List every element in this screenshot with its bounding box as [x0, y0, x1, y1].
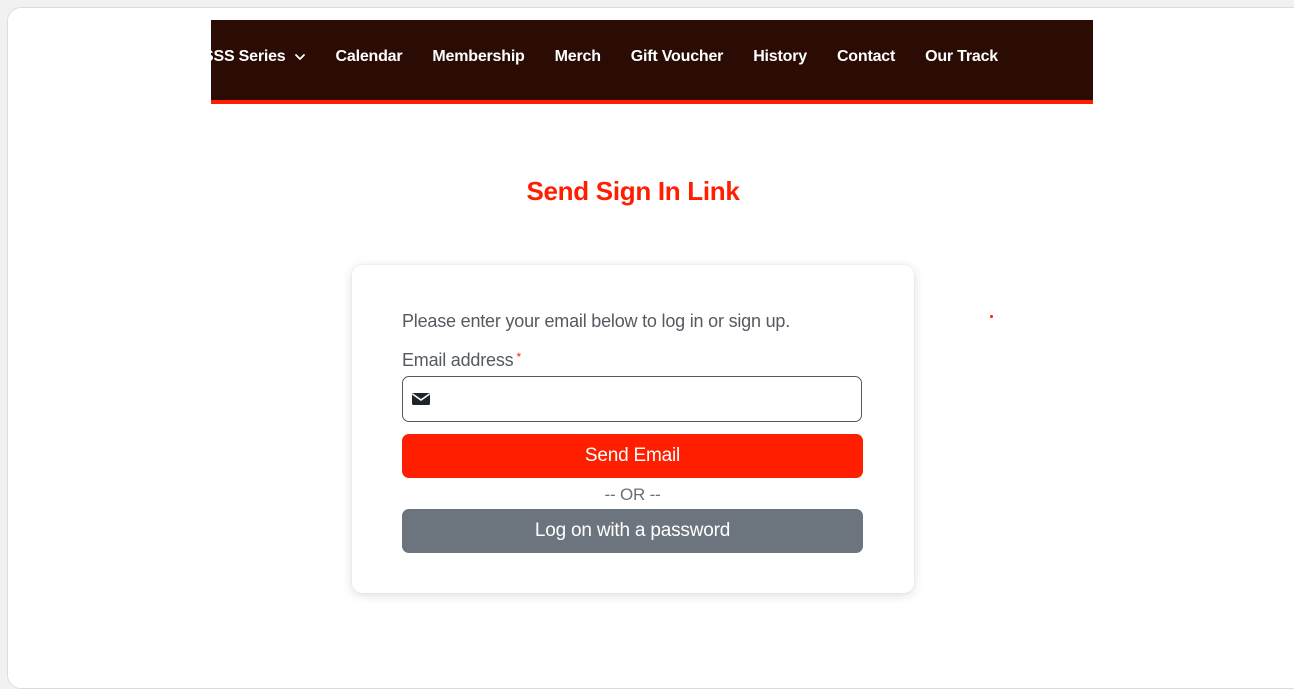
- nav-item-calendar[interactable]: Calendar: [336, 48, 403, 66]
- nav-item-label: Contact: [836, 48, 896, 65]
- or-separator: -- OR --: [604, 485, 661, 504]
- required-indicator: *: [516, 350, 521, 364]
- nav-item-label: SSS Series: [211, 48, 286, 65]
- nav-item-label: Calendar: [335, 48, 403, 65]
- envelope-icon: [412, 393, 430, 405]
- nav-item-contact[interactable]: Contact: [837, 48, 895, 66]
- instruction-text: Please enter your email below to log in …: [402, 311, 791, 331]
- chevron-down-icon: [294, 54, 305, 60]
- nav-item-label: Gift Voucher: [630, 48, 724, 65]
- nav-item-our-track[interactable]: Our Track: [925, 48, 998, 66]
- email-label-text: Email address: [402, 350, 514, 370]
- main-navigation: SSS Series Calendar Membership Merch Gif…: [211, 20, 1093, 104]
- sign-in-card: Please enter your email below to log in …: [352, 265, 914, 593]
- page-title: Send Sign In Link: [526, 176, 740, 206]
- email-input[interactable]: [438, 378, 861, 420]
- nav-item-label: Our Track: [925, 48, 998, 65]
- nav-item-label: History: [753, 48, 807, 65]
- nav-item-gift-voucher[interactable]: Gift Voucher: [630, 48, 724, 66]
- nav-item-sss-series[interactable]: SSS Series: [211, 48, 306, 66]
- browser-content-frame: SSS Series Calendar Membership Merch Gif…: [7, 7, 1294, 689]
- nav-item-label: Merch: [554, 48, 601, 65]
- send-email-button[interactable]: Send Email: [402, 434, 863, 478]
- nav-item-merch[interactable]: Merch: [555, 48, 601, 66]
- nav-item-label: Membership: [432, 48, 525, 65]
- decorative-dot: [990, 315, 993, 318]
- nav-item-membership[interactable]: Membership: [432, 48, 524, 66]
- password-login-button[interactable]: Log on with a password: [402, 509, 863, 553]
- nav-items: SSS Series Calendar Membership Merch Gif…: [211, 48, 1028, 66]
- email-field-wrapper: [402, 376, 862, 422]
- email-label: Email address *: [402, 350, 521, 371]
- nav-item-history[interactable]: History: [753, 48, 807, 66]
